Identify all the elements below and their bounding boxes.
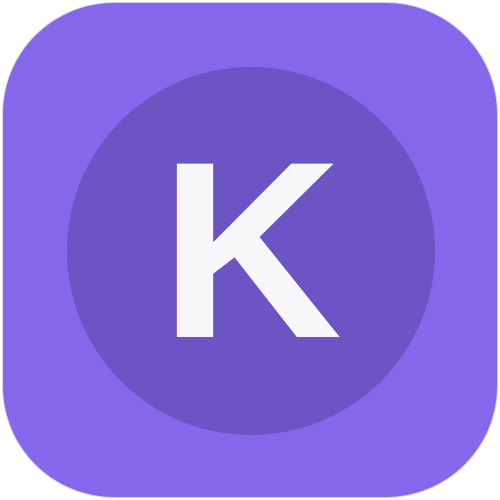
app-icon-letter: K — [160, 110, 342, 391]
app-icon[interactable]: K — [2, 2, 498, 498]
app-icon-container: K — [0, 0, 500, 500]
